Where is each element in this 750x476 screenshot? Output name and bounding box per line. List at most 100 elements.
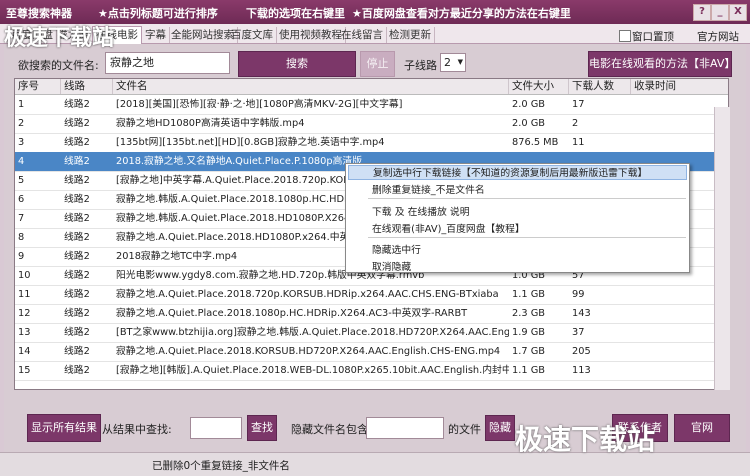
table-header: 序号 线路 文件名 文件大小 下载人数 收录时间	[15, 79, 728, 95]
cell-line: 线路2	[64, 346, 90, 357]
find-input[interactable]	[190, 417, 242, 439]
cell-dl: 11	[572, 137, 585, 148]
cell-line: 线路2	[64, 308, 90, 319]
col-header-downloads[interactable]: 下载人数	[569, 79, 631, 94]
cell-dl: 37	[572, 327, 585, 338]
tip-baidu: ★百度网盘查看对方最近分享的方法在右键里	[352, 7, 571, 20]
col-header-time[interactable]: 收录时间	[631, 79, 728, 94]
watermark-bottom: 极速下载站	[515, 423, 656, 456]
cell-n: 5	[18, 175, 25, 186]
cell-n: 14	[18, 346, 31, 357]
watermark-top: 极速下载站	[4, 26, 115, 51]
tab-baidu-wenku[interactable]: 百度文库	[228, 27, 277, 43]
cell-n: 12	[18, 308, 31, 319]
hide-input[interactable]	[366, 417, 444, 439]
cell-n: 7	[18, 213, 25, 224]
table-row[interactable]: 13 线路2 [BT之家www.btzhijia.org]寂静之地.韩版.A.Qui…	[15, 323, 728, 343]
hide-suffix-label: 的文件	[448, 423, 481, 436]
cell-dl: 205	[572, 346, 591, 357]
cell-size: 1.9 GB	[512, 327, 546, 338]
minimize-button[interactable]: _	[711, 4, 729, 21]
search-label: 欲搜索的文件名:	[18, 59, 99, 72]
table-row[interactable]: 12 线路2 寂静之地.A.Quiet.Place.2018.1080p.HC.HD…	[15, 304, 728, 324]
cell-line: 线路2	[64, 251, 90, 262]
col-header-route[interactable]: 线路	[61, 79, 113, 94]
official-site-button[interactable]: 官网	[674, 414, 730, 442]
cell-dl: 2	[572, 118, 579, 129]
chevron-down-icon: ▼	[457, 58, 463, 66]
cell-n: 3	[18, 137, 25, 148]
online-watch-method-button[interactable]: 电影在线观看的方法【非AV】	[588, 51, 735, 77]
cell-dl: 143	[572, 308, 591, 319]
stop-button[interactable]: 停止	[360, 51, 395, 77]
hide-button[interactable]: 隐藏	[485, 415, 515, 441]
tab-message[interactable]: 在线留言	[338, 27, 387, 43]
tip-sort: ★点击列标题可进行排序	[98, 7, 218, 20]
hide-label: 隐藏文件名包含:	[291, 423, 372, 436]
pin-window-checkbox[interactable]	[619, 30, 631, 42]
cell-size: 2.3 GB	[512, 308, 546, 319]
cell-n: 2	[18, 118, 25, 129]
cell-line: 线路2	[64, 118, 90, 129]
cell-line: 线路2	[64, 365, 90, 376]
table-row[interactable]: 2 线路2 寂静之地HD1080P高清英语中字韩版.mp4 2.0 GB 2	[15, 114, 728, 134]
cell-name: [BT之家www.btzhijia.org]寂静之地.韩版.A.Quiet.Pl…	[116, 327, 509, 338]
close-button[interactable]: X	[729, 4, 747, 21]
cell-dl: 113	[572, 365, 591, 376]
cell-name: [135bt网][135bt.net][HD][0.8GB]寂静之地.英语中字.…	[116, 137, 385, 148]
cell-name: 寂静之地.A.Quiet.Place.2018.KORSUB.HD720P.X2…	[116, 346, 501, 357]
table-row[interactable]: 15 线路2 [寂静之地][韩版].A.Quiet.Place.2018.WEB-D…	[15, 361, 728, 381]
col-header-index[interactable]: 序号	[15, 79, 61, 94]
cell-line: 线路2	[64, 137, 90, 148]
cell-line: 线路2	[64, 270, 90, 281]
cell-line: 线路2	[64, 175, 90, 186]
search-input[interactable]: 寂静之地	[105, 52, 230, 74]
search-button[interactable]: 搜索	[238, 51, 356, 77]
find-button[interactable]: 查找	[247, 415, 277, 441]
cell-n: 6	[18, 194, 25, 205]
cell-dl: 99	[572, 289, 585, 300]
status-text: 已删除0个重复链接_非文件名	[152, 460, 290, 472]
tab-subtitle[interactable]: 字幕	[142, 27, 170, 43]
table-row[interactable]: 1 线路2 [2018][美国][恐怖][寂·静·之·地][1080P高清MKV-2…	[15, 95, 728, 115]
table-row[interactable]: 14 线路2 寂静之地.A.Quiet.Place.2018.KORSUB.HD72…	[15, 342, 728, 362]
cell-dl: 17	[572, 99, 585, 110]
cell-line: 线路2	[64, 232, 90, 243]
cell-size: 1.7 GB	[512, 346, 546, 357]
menu-separator	[368, 237, 686, 238]
cell-n: 8	[18, 232, 25, 243]
app-title: 至尊搜索神器	[6, 7, 72, 20]
col-header-filename[interactable]: 文件名	[113, 79, 509, 94]
cell-n: 15	[18, 365, 31, 376]
find-label: 从结果中查找:	[102, 423, 172, 436]
cell-line: 线路2	[64, 156, 90, 167]
cell-name: [2018][美国][恐怖][寂·静·之·地][1080P高清MKV-2G][中…	[116, 99, 403, 110]
route-select[interactable]: 2 ▼	[440, 53, 466, 72]
show-all-results-button[interactable]: 显示所有结果	[27, 414, 101, 442]
menu-remove-duplicates[interactable]: 删除重复链接_不是文件名	[372, 182, 485, 196]
cell-line: 线路2	[64, 99, 90, 110]
menu-copy-link[interactable]: 复制选中行下载链接【不知道的资源复制后用最新版迅雷下载】	[348, 165, 687, 180]
vertical-scrollbar[interactable]	[714, 107, 730, 390]
cell-line: 线路2	[64, 327, 90, 338]
col-header-size[interactable]: 文件大小	[509, 79, 569, 94]
menu-unhide[interactable]: 取消隐藏	[372, 259, 411, 273]
menu-online-watch[interactable]: 在线观看(非AV)_百度网盘【教程】	[372, 221, 525, 235]
cell-name: [寂静之地][韩版].A.Quiet.Place.2018.WEB-DL.108…	[116, 365, 509, 376]
cell-size: 1.1 GB	[512, 365, 546, 376]
cell-size: 2.0 GB	[512, 118, 546, 129]
tip-download: 下载的选项在右键里	[246, 7, 345, 20]
context-menu: 复制选中行下载链接【不知道的资源复制后用最新版迅雷下载】 删除重复链接_不是文件…	[345, 163, 690, 273]
official-site-link[interactable]: 官方网站	[697, 29, 739, 44]
cell-name: 寂静之地.A.Quiet.Place.2018.1080p.HC.HDRip.X…	[116, 308, 468, 319]
cell-n: 4	[18, 156, 25, 167]
menu-hide-row[interactable]: 隐藏选中行	[372, 242, 421, 256]
help-button[interactable]: ?	[693, 4, 711, 21]
menu-download-help[interactable]: 下载 及 在线播放 说明	[372, 204, 470, 218]
table-row[interactable]: 3 线路2 [135bt网][135bt.net][HD][0.8GB]寂静之地.英…	[15, 133, 728, 153]
cell-size: 1.1 GB	[512, 289, 546, 300]
route-value: 2	[444, 56, 451, 69]
tab-video-tutorial[interactable]: 使用视频教程	[276, 27, 346, 43]
tab-check-update[interactable]: 检测更新	[386, 27, 435, 43]
table-row[interactable]: 11 线路2 寂静之地.A.Quiet.Place.2018.720p.KORSUB…	[15, 285, 728, 305]
